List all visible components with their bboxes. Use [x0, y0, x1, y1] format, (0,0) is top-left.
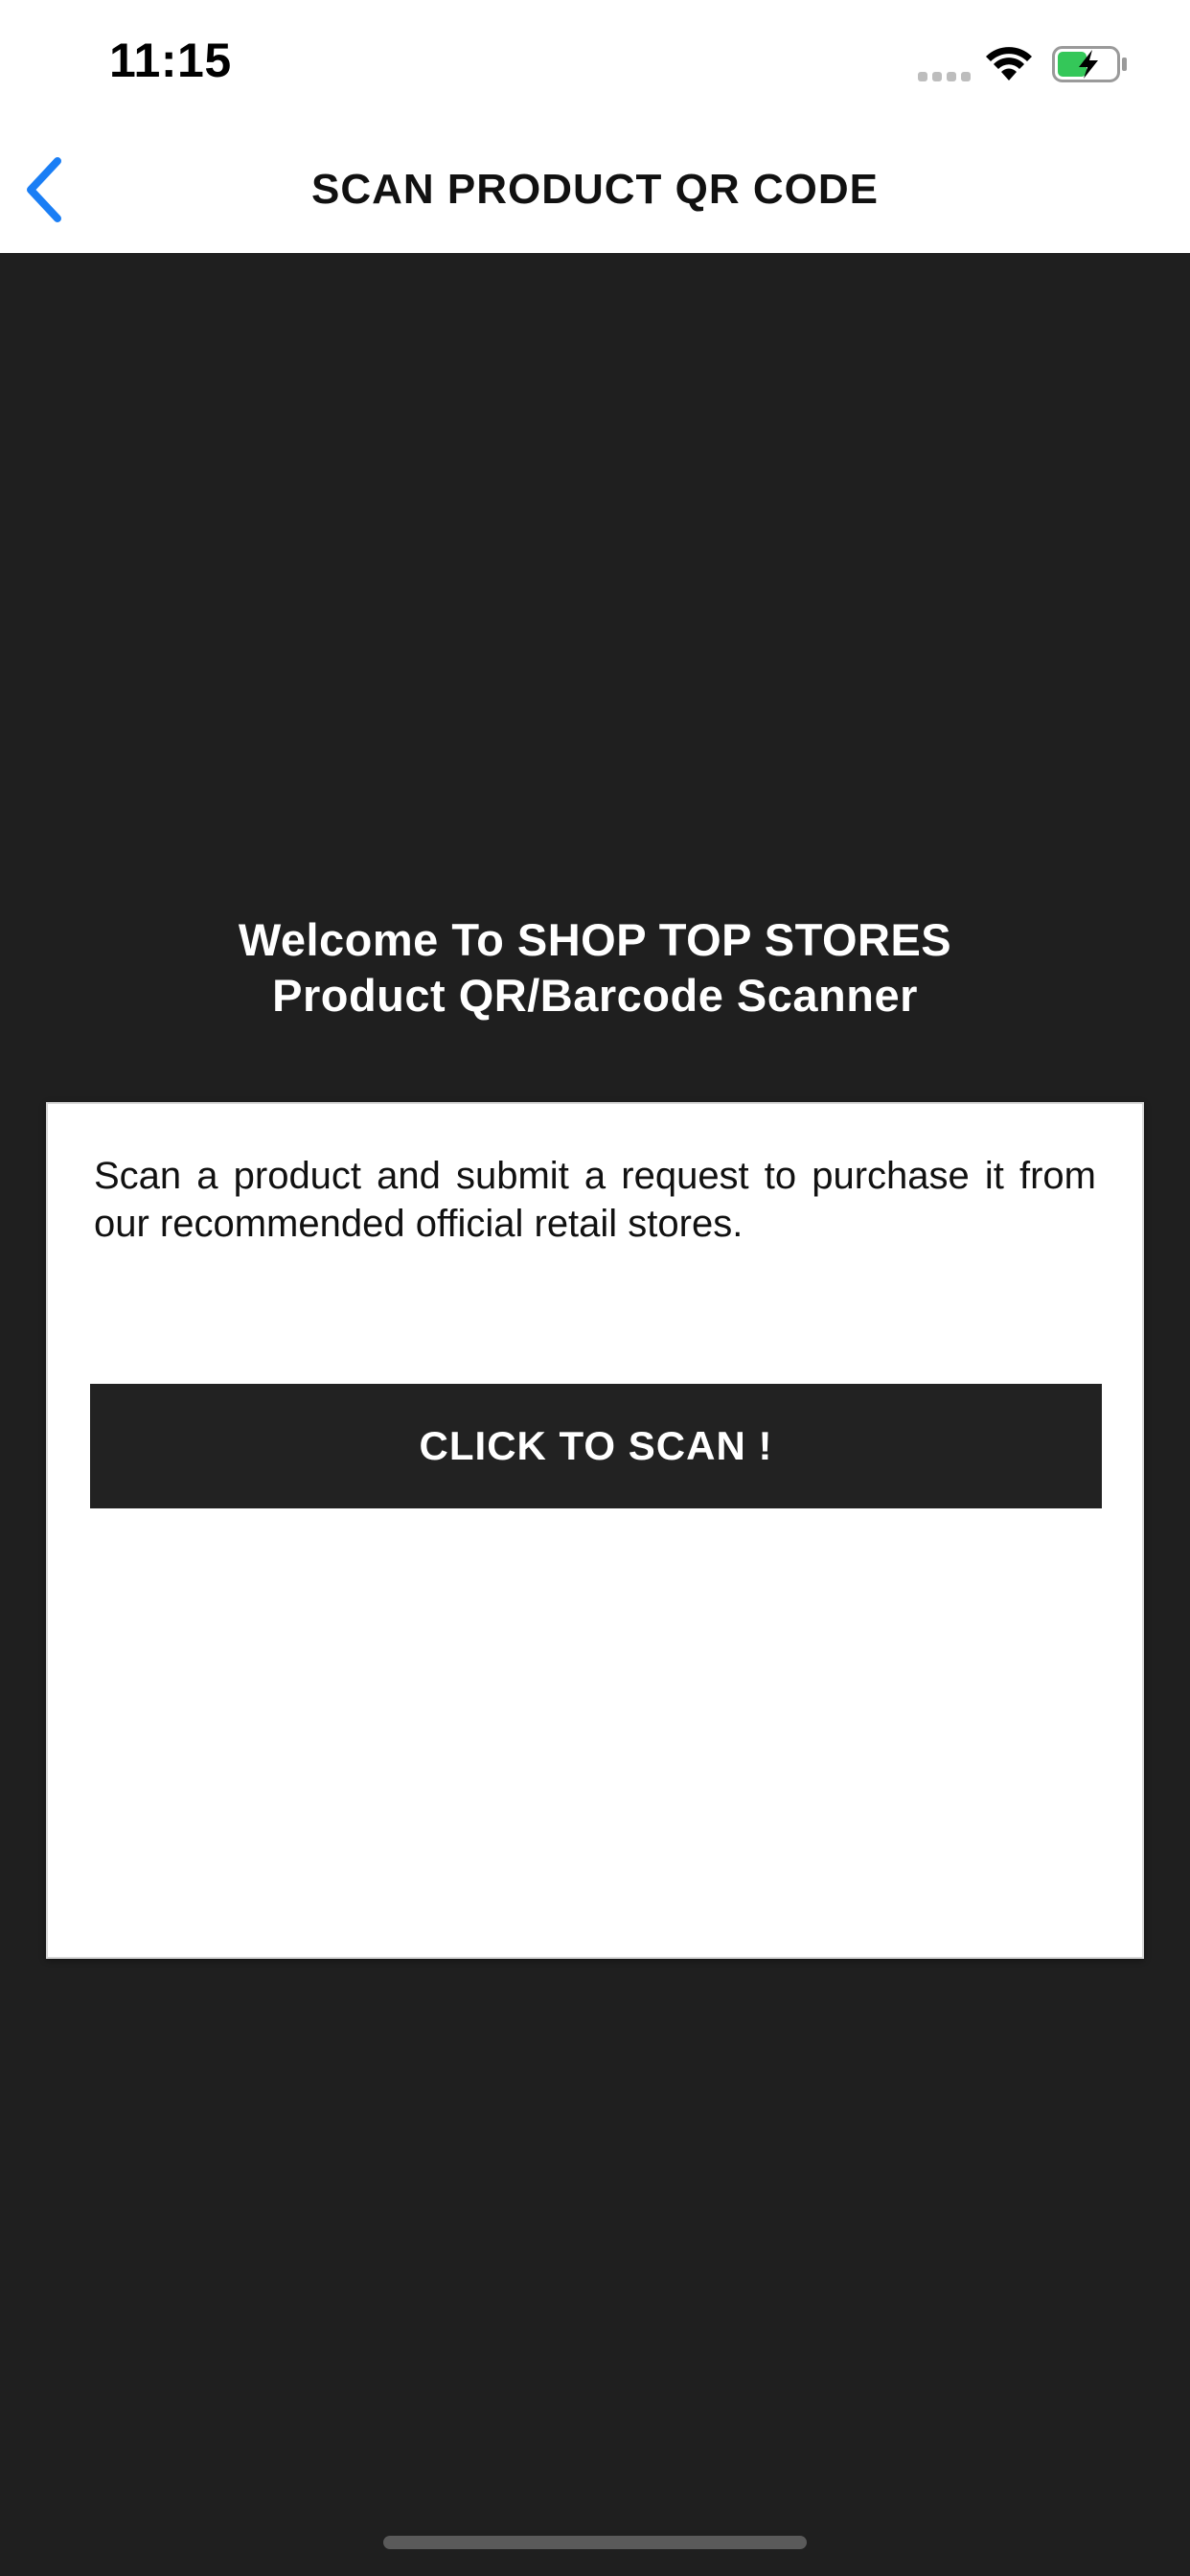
home-indicator	[383, 2536, 807, 2549]
main-content: Welcome To SHOP TOP STORES Product QR/Ba…	[0, 253, 1190, 2576]
wifi-icon	[986, 47, 1032, 80]
welcome-line-1: Welcome To SHOP TOP STORES	[238, 914, 952, 965]
scan-card: Scan a product and submit a request to p…	[46, 1102, 1144, 1959]
status-time: 11:15	[109, 34, 232, 87]
page-title: SCAN PRODUCT QR CODE	[310, 166, 880, 213]
status-bar: 11:15	[0, 0, 1190, 126]
card-description: Scan a product and submit a request to p…	[94, 1155, 1096, 1245]
battery-charging-icon	[1052, 46, 1127, 82]
back-button[interactable]	[13, 151, 82, 228]
scan-button[interactable]: CLICK TO SCAN !	[90, 1384, 1102, 1508]
welcome-heading: Welcome To SHOP TOP STORES Product QR/Ba…	[0, 912, 1190, 1024]
chevron-left-icon	[27, 157, 61, 222]
navigation-bar: SCAN PRODUCT QR CODE	[0, 126, 1190, 253]
welcome-line-2: Product QR/Barcode Scanner	[272, 970, 918, 1021]
signal-dots-icon	[918, 72, 971, 81]
